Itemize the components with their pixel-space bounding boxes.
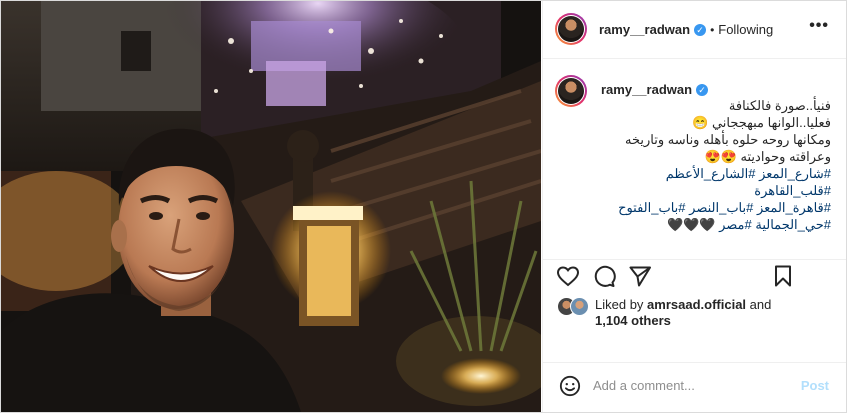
author-avatar[interactable] bbox=[555, 13, 587, 45]
separator-dot: • bbox=[710, 23, 715, 37]
comment-icon[interactable] bbox=[592, 264, 616, 288]
likes-and-word: and bbox=[749, 297, 772, 312]
post-comment-button[interactable]: Post bbox=[801, 378, 829, 393]
liked-by-prefix: Liked by bbox=[595, 297, 644, 312]
comment-input[interactable]: Add a comment... bbox=[593, 378, 695, 393]
caption-line: فنيأ..صورة فالكنافة bbox=[728, 98, 831, 113]
bookmark-icon[interactable] bbox=[771, 264, 795, 288]
liker-avatar[interactable] bbox=[570, 297, 589, 316]
following-button[interactable]: Following bbox=[718, 22, 773, 37]
post-photo[interactable] bbox=[1, 1, 541, 412]
caption-line: فعليا..الوانها مبهججاني 😁 bbox=[692, 115, 831, 130]
caption-author-username[interactable]: ramy__radwan bbox=[601, 82, 692, 97]
header-author-line: ramy__radwan ✓ • Following bbox=[599, 21, 773, 39]
likes-summary: Liked by amrsaad.official and 1,104 othe… bbox=[543, 296, 846, 336]
post-header: ramy__radwan ✓ • Following ••• bbox=[543, 1, 846, 59]
action-bar bbox=[543, 259, 846, 296]
post-modal: ramy__radwan ✓ • Following ••• ramy__radwan… bbox=[0, 0, 847, 413]
selfie-photo-illustration bbox=[1, 1, 541, 412]
caption-line: ومكانها روحه حلوه بأهله وناسه وتاريخه bbox=[625, 132, 831, 147]
post-details-panel: ramy__radwan ✓ • Following ••• ramy__radwan… bbox=[542, 1, 846, 412]
caption-verified-badge-icon: ✓ bbox=[696, 83, 709, 96]
caption-text: فنيأ..صورة فالكنافة فعليا..الوانها مبهجج… bbox=[601, 97, 831, 233]
liked-by-user-link[interactable]: amrsaad.official bbox=[647, 297, 746, 312]
caption-line: وعراقته وحواديته 😍😍 bbox=[704, 149, 831, 164]
paper-plane-icon[interactable] bbox=[628, 264, 652, 288]
hashtag-line[interactable]: #شارع_المعز #الشارع_الأعظم #قلب_القاهرة bbox=[601, 165, 831, 199]
heart-icon[interactable] bbox=[556, 264, 580, 288]
author-username[interactable]: ramy__radwan bbox=[599, 22, 690, 37]
caption-author-avatar[interactable] bbox=[555, 75, 587, 107]
more-options-icon[interactable]: ••• bbox=[809, 17, 829, 35]
smiley-icon[interactable] bbox=[559, 375, 581, 397]
likes-count-link[interactable]: 1,104 others bbox=[595, 313, 671, 328]
hashtag-line[interactable]: #قاهرة_المعز #باب_النصر #باب_الفتوح bbox=[601, 199, 831, 216]
verified-badge-icon: ✓ bbox=[694, 23, 707, 36]
likes-text: Liked by amrsaad.official and 1,104 othe… bbox=[595, 297, 835, 329]
hashtag-line[interactable]: #حي_الجمالية #مصر 🖤🖤🖤 bbox=[601, 216, 831, 233]
post-caption: ramy__radwan ✓ فنيأ..صورة فالكنافة فعليا.… bbox=[543, 59, 846, 259]
add-comment-bar: Add a comment... Post bbox=[543, 362, 846, 412]
